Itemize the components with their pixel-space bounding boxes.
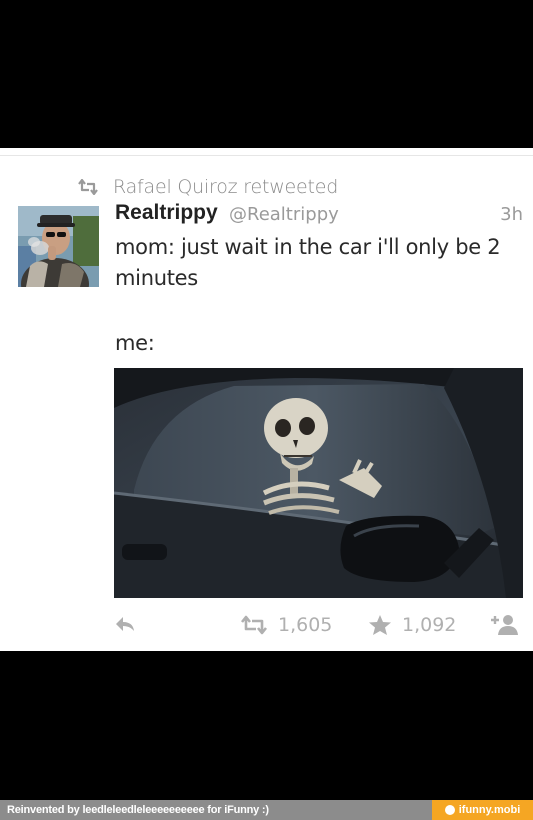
- footer-credit: Reinvented by leedleleedleleeeeeeeeee fo…: [7, 804, 269, 816]
- display-name[interactable]: Realtrippy: [115, 201, 218, 225]
- top-black-bar: [0, 0, 533, 148]
- star-icon: [368, 614, 392, 636]
- card-divider: [0, 155, 533, 156]
- retweet-icon: [240, 615, 268, 635]
- tweet-text: mom: just wait in the car i'll only be 2…: [115, 235, 501, 290]
- ifunny-brand-link[interactable]: ifunny.mobi: [432, 800, 533, 820]
- retweet-button[interactable]: 1,605: [240, 614, 332, 636]
- brand-label: ifunny.mobi: [458, 804, 521, 816]
- tweet-text-second: me:: [115, 331, 155, 355]
- tweet-actions: 1,605 1,092: [114, 614, 526, 642]
- follow-button[interactable]: [488, 614, 520, 636]
- tweet-media-image[interactable]: [114, 368, 523, 598]
- retweet-count: 1,605: [278, 614, 333, 636]
- reply-button[interactable]: [114, 614, 136, 634]
- favorite-count: 1,092: [402, 614, 457, 636]
- user-avatar[interactable]: [18, 206, 99, 287]
- tweet-header: Realtrippy @Realtrippy 3h: [115, 201, 525, 229]
- reply-icon: [114, 614, 136, 634]
- smiley-icon: [444, 805, 455, 815]
- retweet-icon: [77, 178, 99, 196]
- footer-bar: Reinvented by leedleleedleleeeeeeeeee fo…: [0, 800, 533, 820]
- tweet-timestamp[interactable]: 3h: [500, 204, 523, 225]
- retweet-banner[interactable]: Rafael Quiroz retweeted: [77, 175, 338, 199]
- tweet-card[interactable]: Rafael Quiroz retweeted Realtrippy @Real…: [0, 148, 533, 651]
- user-handle[interactable]: @Realtrippy: [229, 204, 339, 225]
- favorite-button[interactable]: 1,092: [368, 614, 456, 636]
- follow-user-icon: [488, 614, 520, 636]
- bottom-black-bar: [0, 651, 533, 800]
- retweeted-by-text: Rafael Quiroz retweeted: [113, 176, 339, 198]
